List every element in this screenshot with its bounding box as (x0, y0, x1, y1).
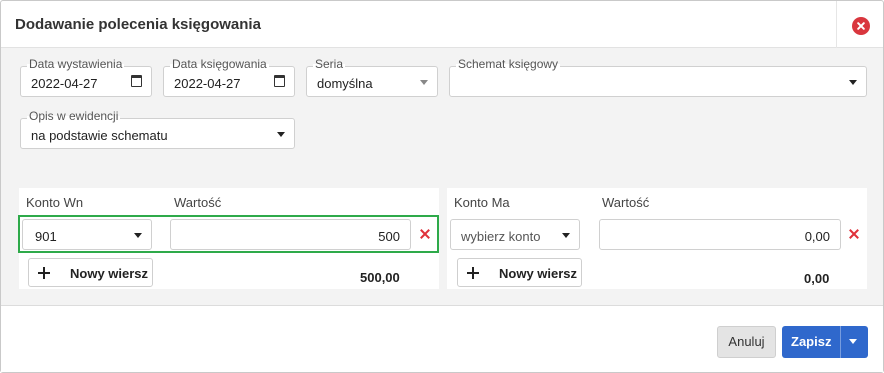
debit-amount-input[interactable]: 500 (170, 219, 411, 250)
debit-total: 500,00 (360, 270, 400, 285)
credit-amount-header: Wartość (602, 195, 650, 210)
credit-amount-value: 0,00 (804, 229, 830, 244)
chevron-down-icon (420, 80, 428, 85)
chevron-down-icon[interactable] (849, 339, 857, 344)
credit-account-header: Konto Ma (454, 195, 510, 210)
remove-row-icon[interactable] (849, 229, 859, 239)
dialog-body: Data wystawienia 2022-04-27 Data księgow… (1, 48, 883, 305)
posting-date-value: 2022-04-27 (174, 76, 241, 91)
scheme-label: Schemat księgowy (456, 57, 561, 71)
posting-date-label: Data księgowania (170, 57, 269, 71)
save-label: Zapisz (791, 334, 832, 349)
posting-dialog: Dodawanie polecenia księgowania Data wys… (0, 0, 884, 373)
debit-add-row-button[interactable]: Nowy wiersz (28, 258, 153, 287)
debit-account-select[interactable]: 901 (22, 219, 152, 250)
issue-date-field[interactable]: Data wystawienia 2022-04-27 (20, 57, 152, 97)
register-desc-select[interactable]: Opis w ewidencji na podstawie schematu (20, 109, 295, 149)
debit-amount-header: Wartość (174, 195, 222, 210)
register-desc-label: Opis w ewidencji (27, 109, 121, 123)
debit-add-row-label: Nowy wiersz (70, 266, 149, 281)
calendar-icon[interactable] (274, 75, 285, 87)
close-icon[interactable] (852, 17, 870, 35)
credit-add-row-button[interactable]: Nowy wiersz (457, 258, 582, 287)
series-select[interactable]: Seria domyślna (306, 57, 438, 97)
credit-add-row-label: Nowy wiersz (499, 266, 578, 281)
credit-panel: Konto Ma Wartość wybierz konto 0,00 Nowy… (447, 188, 867, 289)
calendar-icon[interactable] (131, 75, 142, 87)
save-button[interactable]: Zapisz (782, 326, 868, 358)
debit-panel: Konto Wn Wartość 901 500 Nowy wiersz 500… (18, 188, 439, 289)
credit-total: 0,00 (804, 271, 830, 286)
chevron-down-icon (134, 233, 142, 238)
plus-icon (467, 267, 479, 279)
dialog-header: Dodawanie polecenia księgowania (1, 1, 883, 48)
chevron-down-icon (849, 80, 857, 85)
issue-date-label: Data wystawienia (27, 57, 125, 71)
dialog-title: Dodawanie polecenia księgowania (15, 16, 261, 33)
plus-icon (38, 267, 50, 279)
close-button[interactable] (836, 1, 883, 48)
register-desc-value: na podstawie schematu (31, 128, 168, 143)
credit-account-select[interactable]: wybierz konto (450, 219, 580, 250)
scheme-select[interactable]: Schemat księgowy (449, 57, 867, 97)
issue-date-value: 2022-04-27 (31, 76, 98, 91)
series-label: Seria (313, 57, 346, 71)
debit-account-header: Konto Wn (26, 195, 84, 210)
chevron-down-icon (562, 233, 570, 238)
posting-date-field[interactable]: Data księgowania 2022-04-27 (163, 57, 295, 97)
save-split-divider (840, 326, 841, 358)
chevron-down-icon (277, 132, 285, 137)
credit-amount-input[interactable]: 0,00 (599, 219, 841, 250)
series-value: domyślna (317, 76, 373, 91)
dialog-footer: Anuluj Zapisz (1, 305, 883, 372)
debit-amount-value: 500 (378, 229, 400, 244)
cancel-button[interactable]: Anuluj (717, 326, 776, 358)
debit-account-value: 901 (35, 229, 57, 244)
remove-row-icon[interactable] (420, 229, 430, 239)
credit-account-placeholder: wybierz konto (461, 229, 541, 244)
